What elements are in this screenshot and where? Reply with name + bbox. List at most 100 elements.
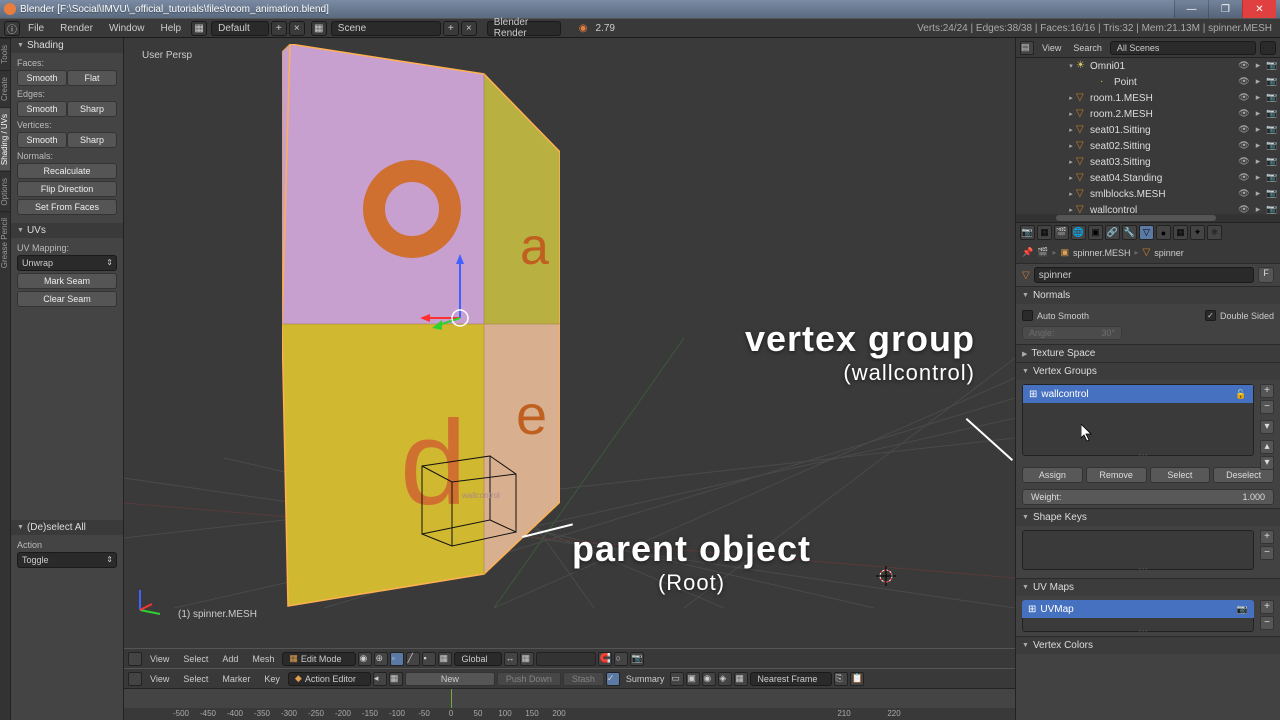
close-button[interactable]: ✕ — [1242, 0, 1276, 18]
paste-icon[interactable]: 📋 — [850, 672, 864, 686]
layout-add-icon[interactable]: + — [271, 21, 287, 36]
edge-select-icon[interactable]: ╱ — [406, 652, 420, 666]
bc-object-name[interactable]: spinner.MESH — [1073, 248, 1131, 258]
visibility-icon[interactable]: 👁 — [1238, 172, 1250, 184]
shading-panel-header[interactable]: Shading — [11, 38, 123, 53]
expand-icon[interactable]: ▸ — [1066, 142, 1076, 150]
deselect-panel-header[interactable]: (De)select All — [11, 520, 123, 535]
renderable-icon[interactable]: 📷 — [1266, 156, 1278, 168]
tab-create[interactable]: Create — [0, 70, 10, 107]
visibility-icon[interactable]: 👁 — [1238, 92, 1250, 104]
uvmap-add-button[interactable]: + — [1260, 600, 1274, 614]
tab-options[interactable]: Options — [0, 171, 10, 212]
uvmap-item[interactable]: ⊞ UVMap 📷 — [1022, 600, 1254, 618]
prop-tab-modifiers[interactable]: 🔧 — [1122, 225, 1137, 240]
weight-field[interactable]: Weight:1.000 — [1022, 489, 1274, 505]
selectable-icon[interactable]: ▸ — [1252, 188, 1264, 200]
vg-add-button[interactable]: + — [1260, 384, 1274, 398]
filter2-icon[interactable]: ▣ — [686, 672, 700, 686]
ae-menu-key[interactable]: Key — [258, 674, 286, 684]
snap-dropdown[interactable]: Nearest Frame — [750, 672, 832, 686]
flip-direction-button[interactable]: Flip Direction — [17, 181, 117, 197]
selectable-icon[interactable]: ▸ — [1252, 76, 1264, 88]
list-resize-grip[interactable] — [1138, 626, 1158, 629]
outliner-row[interactable]: ▸▽smlblocks.MESH👁▸📷 — [1016, 186, 1280, 202]
faces-smooth-button[interactable]: Smooth — [17, 70, 67, 86]
tab-grease-pencil[interactable]: Grease Pencil — [0, 211, 10, 274]
visibility-icon[interactable]: 👁 — [1238, 124, 1250, 136]
uv-maps-header[interactable]: UV Maps — [1016, 579, 1280, 596]
outliner-row[interactable]: ▸▽seat02.Sitting👁▸📷 — [1016, 138, 1280, 154]
vertex-colors-header[interactable]: Vertex Colors — [1016, 637, 1280, 654]
vg-move-down-button[interactable]: ▾ — [1260, 456, 1274, 470]
sk-remove-button[interactable]: − — [1260, 546, 1274, 560]
list-resize-grip[interactable] — [1138, 564, 1158, 567]
prop-tab-texture[interactable]: ▦ — [1173, 225, 1188, 240]
scene-browse-icon[interactable]: ▦ — [311, 21, 327, 36]
expand-icon[interactable]: ▸ — [1066, 110, 1076, 118]
prop-tab-constraints[interactable]: 🔗 — [1105, 225, 1120, 240]
sk-add-button[interactable]: + — [1260, 530, 1274, 544]
expand-icon[interactable]: ▸ — [1066, 206, 1076, 214]
fake-user-button[interactable]: F — [1258, 267, 1274, 283]
vp-menu-mesh[interactable]: Mesh — [246, 654, 280, 664]
renderable-icon[interactable]: 📷 — [1266, 60, 1278, 72]
outliner-filter-input[interactable] — [1260, 41, 1276, 55]
selectable-icon[interactable]: ▸ — [1252, 92, 1264, 104]
prop-tab-world[interactable]: 🌐 — [1071, 225, 1086, 240]
vert-select-icon[interactable]: ▫ — [390, 652, 404, 666]
list-resize-grip[interactable] — [1138, 450, 1158, 453]
menu-render[interactable]: Render — [52, 23, 101, 34]
expand-icon[interactable]: ▸ — [1066, 126, 1076, 134]
manipulator-icon[interactable]: ↔ — [504, 652, 518, 666]
renderable-icon[interactable]: 📷 — [1266, 140, 1278, 152]
limit-select-icon[interactable]: ▦ — [438, 652, 452, 666]
vg-select-button[interactable]: Select — [1150, 467, 1211, 483]
verts-sharp-button[interactable]: Sharp — [67, 132, 117, 148]
uvmap-active-render-icon[interactable]: 📷 — [1237, 604, 1248, 615]
vg-remove-button[interactable]: − — [1260, 400, 1274, 414]
selectable-icon[interactable]: ▸ — [1252, 140, 1264, 152]
layer-icon[interactable]: ▦ — [520, 652, 534, 666]
normals-header[interactable]: Normals — [1016, 287, 1280, 304]
filter4-icon[interactable]: ◈ — [718, 672, 732, 686]
action-browse-icon[interactable]: ◂ — [373, 672, 387, 686]
tab-tools[interactable]: Tools — [0, 38, 10, 70]
menu-help[interactable]: Help — [153, 23, 190, 34]
outliner-row[interactable]: ▸▽seat01.Sitting👁▸📷 — [1016, 122, 1280, 138]
renderable-icon[interactable]: 📷 — [1266, 172, 1278, 184]
mesh-name-input[interactable] — [1034, 267, 1254, 283]
screen-layout-dropdown[interactable]: Default — [211, 21, 269, 36]
double-sided-checkbox[interactable]: ✓ — [1205, 310, 1216, 321]
editor-type-icon[interactable] — [128, 672, 142, 686]
selectable-icon[interactable]: ▸ — [1252, 172, 1264, 184]
unwrap-select[interactable]: Unwrap — [17, 255, 117, 271]
vg-specials-button[interactable]: ▾ — [1260, 420, 1274, 434]
visibility-icon[interactable]: 👁 — [1238, 108, 1250, 120]
outliner-display-dropdown[interactable]: All Scenes — [1110, 41, 1256, 55]
prop-edit-icon[interactable]: ○ — [614, 652, 628, 666]
outliner-menu-search[interactable]: Search — [1069, 43, 1106, 53]
snap-icon[interactable]: 🧲 — [598, 652, 612, 666]
uvs-panel-header[interactable]: UVs — [11, 223, 123, 238]
selectable-icon[interactable]: ▸ — [1252, 124, 1264, 136]
expand-icon[interactable]: ▸ — [1066, 174, 1076, 182]
filter-icon[interactable]: ▭ — [670, 672, 684, 686]
outliner-scrollbar[interactable] — [1016, 214, 1280, 222]
new-action-button[interactable]: New — [405, 672, 495, 686]
vp-menu-select[interactable]: Select — [177, 654, 214, 664]
outliner-row[interactable]: ▸▽room.1.MESH👁▸📷 — [1016, 90, 1280, 106]
shape-key-list[interactable] — [1022, 530, 1254, 570]
toggle-select[interactable]: Toggle — [17, 552, 117, 568]
expand-icon[interactable]: ▸ — [1066, 158, 1076, 166]
layer-buttons[interactable] — [536, 652, 596, 666]
outliner-row[interactable]: ▸▽seat03.Sitting👁▸📷 — [1016, 154, 1280, 170]
outliner-menu-view[interactable]: View — [1038, 43, 1065, 53]
visibility-icon[interactable]: 👁 — [1238, 140, 1250, 152]
shape-keys-header[interactable]: Shape Keys — [1016, 509, 1280, 526]
prop-tab-material[interactable]: ● — [1156, 225, 1171, 240]
faces-flat-button[interactable]: Flat — [67, 70, 117, 86]
bc-data-name[interactable]: spinner — [1154, 248, 1184, 258]
scene-remove-icon[interactable]: × — [461, 21, 477, 36]
ae-menu-marker[interactable]: Marker — [216, 674, 256, 684]
